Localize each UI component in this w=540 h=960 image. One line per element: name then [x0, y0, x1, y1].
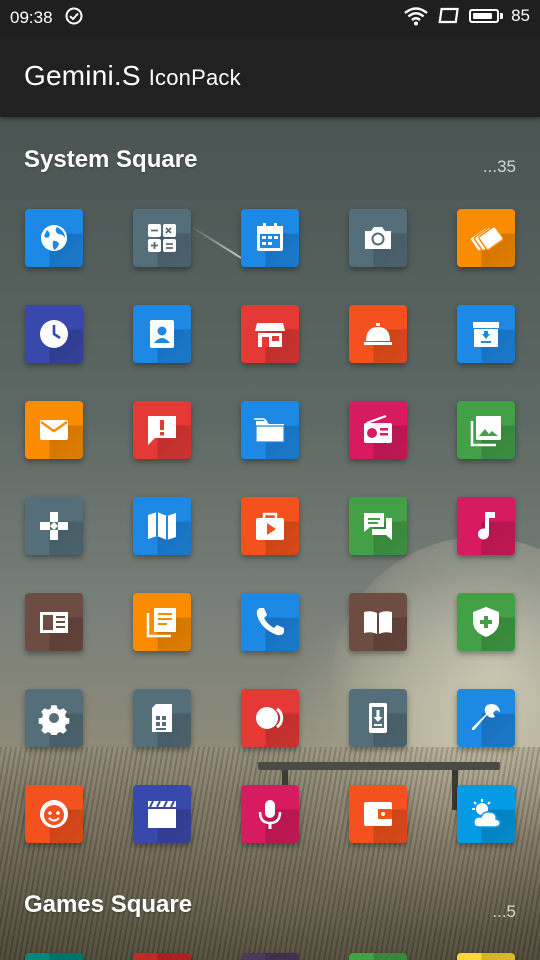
tools-icon[interactable]: [457, 689, 515, 747]
chat-icon[interactable]: [349, 497, 407, 555]
section-title-system: System Square: [24, 146, 198, 173]
wallet-icon[interactable]: [349, 785, 407, 843]
battery-percent: 85: [511, 6, 530, 25]
service-bell-icon[interactable]: [349, 305, 407, 363]
mail-icon[interactable]: [25, 401, 83, 459]
video-player-icon[interactable]: [241, 497, 299, 555]
grass-field-image: [0, 747, 540, 960]
archive-icon[interactable]: [457, 305, 515, 363]
settings-icon[interactable]: [25, 689, 83, 747]
app-title: Gemini.S IconPack: [24, 60, 241, 92]
feedback-icon[interactable]: [133, 401, 191, 459]
book-icon[interactable]: [349, 593, 407, 651]
toggle-icon[interactable]: [241, 689, 299, 747]
status-time: 09:38: [10, 8, 53, 27]
sim-card-icon[interactable]: [133, 689, 191, 747]
bench-image: [258, 762, 500, 770]
music-icon[interactable]: [457, 497, 515, 555]
microphone-icon[interactable]: [241, 785, 299, 843]
calendar-icon[interactable]: [241, 209, 299, 267]
section-count-games[interactable]: ...5: [492, 902, 516, 922]
cards-icon[interactable]: [457, 209, 515, 267]
security-icon[interactable]: [457, 593, 515, 651]
store-icon[interactable]: [241, 305, 299, 363]
clock-icon[interactable]: [25, 305, 83, 363]
battery-icon: [469, 9, 504, 23]
game-icon[interactable]: [457, 953, 515, 960]
face-icon[interactable]: [25, 785, 83, 843]
notes-icon[interactable]: [133, 593, 191, 651]
check-circle-icon: [65, 7, 83, 25]
game-icon[interactable]: [349, 953, 407, 960]
folder-icon[interactable]: [241, 401, 299, 459]
news-icon[interactable]: [25, 593, 83, 651]
game-icon[interactable]: [241, 953, 299, 960]
status-bar: 09:38 85: [0, 0, 540, 34]
contacts-icon[interactable]: [133, 305, 191, 363]
section-count-system[interactable]: ...35: [483, 157, 516, 177]
cast-screen-icon: [438, 7, 459, 24]
section-title-games: Games Square: [24, 891, 193, 918]
calculator-icon[interactable]: [133, 209, 191, 267]
game-icon[interactable]: [133, 953, 191, 960]
game-icon[interactable]: [25, 953, 83, 960]
map-icon[interactable]: [133, 497, 191, 555]
wifi-icon: [404, 7, 428, 26]
weather-icon[interactable]: [457, 785, 515, 843]
gamepad-icon[interactable]: [25, 497, 83, 555]
phone-download-icon[interactable]: [349, 689, 407, 747]
gallery-icon[interactable]: [457, 401, 515, 459]
browser-icon[interactable]: [25, 209, 83, 267]
radio-icon[interactable]: [349, 401, 407, 459]
phone-icon[interactable]: [241, 593, 299, 651]
camera-icon[interactable]: [349, 209, 407, 267]
video-clapper-icon[interactable]: [133, 785, 191, 843]
app-title-sub: IconPack: [148, 65, 241, 90]
app-bar: Gemini.S IconPack: [0, 34, 540, 117]
app-title-main: Gemini.S: [24, 60, 141, 91]
